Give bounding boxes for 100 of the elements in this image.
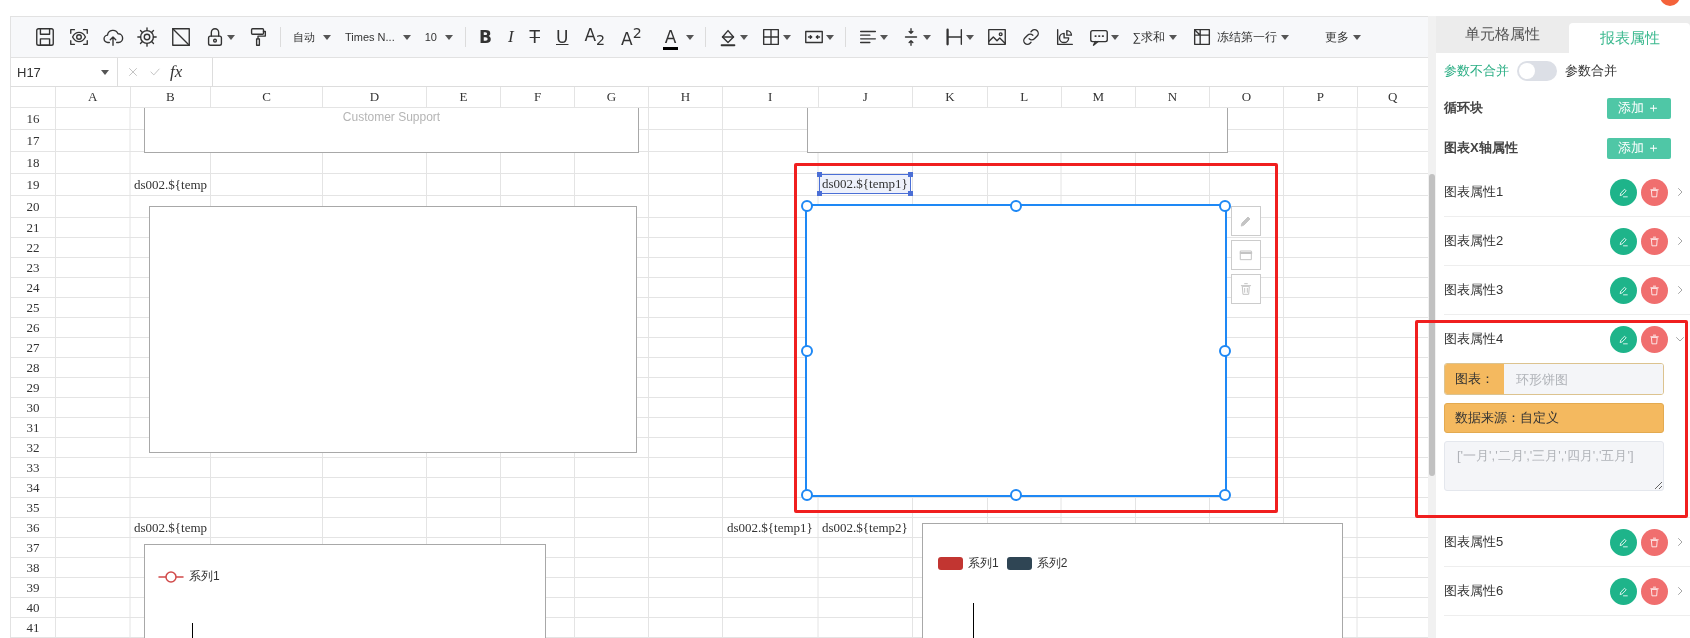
- corner-cell[interactable]: [11, 87, 56, 108]
- resize-handle[interactable]: [1219, 344, 1231, 357]
- edit-button[interactable]: [1610, 178, 1637, 206]
- caret-icon[interactable]: [1280, 34, 1289, 40]
- crossed-square-icon[interactable]: [170, 26, 192, 48]
- toggle-switch[interactable]: [1517, 60, 1557, 81]
- row-number[interactable]: 18: [11, 152, 56, 174]
- underline-button[interactable]: U: [549, 27, 576, 47]
- resize-handle[interactable]: [801, 489, 813, 501]
- caret-icon[interactable]: [101, 69, 109, 75]
- resize-handle[interactable]: [907, 172, 913, 177]
- delete-button[interactable]: [1641, 227, 1668, 255]
- font-size-dropdown[interactable]: 10: [418, 31, 459, 43]
- cell-text[interactable]: ds002.${temp1}: [819, 174, 911, 194]
- sum-dropdown[interactable]: ∑求和: [1126, 28, 1183, 46]
- row-number[interactable]: 20: [11, 196, 56, 218]
- resize-handle[interactable]: [801, 344, 813, 357]
- delete-button[interactable]: [1641, 178, 1668, 206]
- chart-property-label[interactable]: 图表属性6: [1444, 582, 1606, 600]
- row-number[interactable]: 33: [11, 458, 56, 478]
- resize-handle[interactable]: [1010, 200, 1022, 212]
- row-number[interactable]: 32: [11, 438, 56, 458]
- column-header[interactable]: A: [56, 87, 131, 108]
- chart-property-label[interactable]: 图表属性2: [1444, 232, 1606, 250]
- freeze-dropdown[interactable]: 冻结第一行: [1184, 26, 1295, 48]
- row-number[interactable]: 25: [11, 298, 56, 318]
- row-number[interactable]: 35: [11, 498, 56, 518]
- scrollbar[interactable]: [1428, 16, 1436, 638]
- row-number[interactable]: 27: [11, 338, 56, 358]
- save-icon[interactable]: [34, 26, 56, 48]
- resize-handle[interactable]: [1219, 200, 1231, 212]
- row-number[interactable]: 24: [11, 278, 56, 298]
- delete-button[interactable]: [1641, 276, 1668, 304]
- chart-type-field[interactable]: 图表： 环形饼图: [1444, 363, 1664, 395]
- row-number[interactable]: 40: [11, 598, 56, 618]
- column-header[interactable]: H: [649, 87, 723, 108]
- preview-icon[interactable]: [68, 26, 90, 48]
- chart-property-label[interactable]: 图表属性5: [1444, 533, 1606, 551]
- italic-button[interactable]: I: [500, 27, 521, 47]
- data-source-bar[interactable]: 数据来源：自定义: [1444, 403, 1664, 433]
- caret-icon[interactable]: [923, 34, 932, 40]
- delete-button[interactable]: [1641, 577, 1668, 605]
- caret-icon[interactable]: [826, 34, 835, 40]
- caret-icon[interactable]: [402, 34, 411, 40]
- row-number[interactable]: 36: [11, 518, 56, 538]
- font-dropdown[interactable]: Times N...: [339, 31, 417, 43]
- caret-icon[interactable]: [227, 34, 235, 40]
- caret-icon[interactable]: [1352, 34, 1361, 40]
- delete-button[interactable]: [1641, 325, 1668, 353]
- chart-property-label[interactable]: 图表属性4: [1444, 330, 1606, 348]
- row-number[interactable]: 41: [11, 618, 56, 638]
- caret-icon[interactable]: [323, 34, 331, 40]
- row-number[interactable]: 23: [11, 258, 56, 278]
- chart-property-label[interactable]: 图表属性3: [1444, 281, 1606, 299]
- chart-frame[interactable]: 系列1: [144, 544, 546, 638]
- resize-handle[interactable]: [817, 191, 822, 196]
- row-number[interactable]: 19: [11, 174, 56, 196]
- edit-button[interactable]: [1610, 528, 1637, 556]
- cell-text[interactable]: ds002.${temp: [132, 519, 210, 537]
- chart-property-label[interactable]: 图表属性1: [1444, 183, 1606, 201]
- caret-icon[interactable]: [880, 34, 889, 40]
- font-color-button[interactable]: A: [655, 27, 686, 47]
- resize-handle[interactable]: [1010, 489, 1022, 501]
- column-header[interactable]: P: [1284, 87, 1358, 108]
- resize-handle[interactable]: [801, 200, 813, 212]
- caret-icon[interactable]: [686, 34, 695, 40]
- cell-text[interactable]: ds002.${temp: [132, 176, 210, 194]
- settings-icon[interactable]: [136, 26, 158, 48]
- cell-text[interactable]: ds002.${temp2}: [820, 519, 910, 537]
- row-number[interactable]: 26: [11, 318, 56, 338]
- format-dropdown[interactable]: 自动: [287, 29, 337, 45]
- row-number[interactable]: 22: [11, 238, 56, 258]
- delete-button[interactable]: [1641, 528, 1668, 556]
- row-number[interactable]: 31: [11, 418, 56, 438]
- row-number[interactable]: 30: [11, 398, 56, 418]
- chart-frame[interactable]: 系列1 系列2: [922, 523, 1343, 638]
- row-number[interactable]: 34: [11, 478, 56, 498]
- panel-tab[interactable]: 单元格属性: [1436, 16, 1569, 53]
- image-icon[interactable]: [986, 26, 1009, 48]
- row-number[interactable]: 17: [11, 130, 56, 152]
- caret-icon[interactable]: [1111, 34, 1120, 40]
- cell-text[interactable]: ds002.${temp1}: [725, 519, 815, 537]
- caret-icon[interactable]: [966, 34, 975, 40]
- caret-icon[interactable]: [783, 34, 792, 40]
- resize-handle[interactable]: [1219, 489, 1231, 501]
- column-header[interactable]: I: [723, 87, 819, 108]
- caret-icon[interactable]: [740, 34, 749, 40]
- resize-handle[interactable]: [817, 172, 822, 177]
- caret-icon[interactable]: [444, 34, 453, 40]
- edit-button[interactable]: [1610, 276, 1637, 304]
- edit-button[interactable]: [1610, 325, 1637, 353]
- bold-button[interactable]: B: [471, 27, 499, 47]
- row-number[interactable]: 16: [11, 108, 56, 130]
- more-dropdown[interactable]: 更多: [1318, 28, 1367, 46]
- subscript-button[interactable]: A$_{2}$: [577, 25, 613, 49]
- row-number[interactable]: 28: [11, 358, 56, 378]
- row-number[interactable]: 37: [11, 538, 56, 558]
- edit-button[interactable]: [1610, 577, 1637, 605]
- row-number[interactable]: 39: [11, 578, 56, 598]
- row-number[interactable]: 21: [11, 218, 56, 238]
